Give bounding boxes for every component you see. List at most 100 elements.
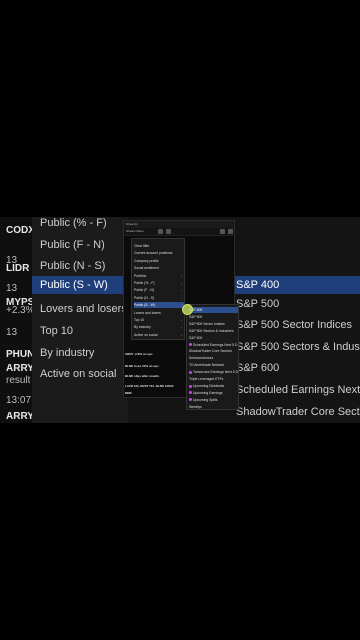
menu-item[interactable]: Current account positions <box>134 250 184 256</box>
chevron-right-icon: › <box>181 318 182 322</box>
background-menu-item: Public (F - N) <box>40 238 105 251</box>
submenu-item[interactable]: Weeklys <box>189 404 238 410</box>
feed-item[interactable]: BLNK slips after results <box>125 374 159 378</box>
feed-item[interactable]: BLNK rises 10% on eps <box>125 364 159 368</box>
submenu-item[interactable]: S&P 600 <box>189 335 238 341</box>
background-feed-row: +2.3% <box>6 305 35 316</box>
background-submenu-item: S&P 500 Sectors & Industries <box>236 340 360 353</box>
menu-item-label: Public (S - W) <box>134 303 155 308</box>
feed-item[interactable]: MRK <box>125 391 132 395</box>
menu-item-label: Lovers and losers <box>134 310 161 315</box>
background-submenu-item: S&P 600 <box>236 362 280 375</box>
submenu-item-label: Triple Leveraged ETFs <box>189 377 224 381</box>
menu-item[interactable]: Public (N - S) › <box>134 295 184 301</box>
submenu-item-label: S&P 500 <box>189 314 203 319</box>
menu-item[interactable]: Top 10 › <box>134 317 184 323</box>
filter-icon[interactable] <box>158 229 163 234</box>
context-menu: Clear filter Current account positions Com… <box>131 238 185 340</box>
submenu-item[interactable]: Semiconductors <box>189 355 238 361</box>
submenu-item[interactable]: Upcoming Dividends <box>189 383 238 389</box>
background-submenu-item: S&P 400 <box>228 276 360 294</box>
bullet-icon <box>189 370 192 374</box>
toolbar: Stream filters <box>124 228 234 236</box>
submenu-item[interactable]: Upcoming Earnings <box>189 390 238 396</box>
background-menu-item: Active on social <box>40 368 117 381</box>
chevron-right-icon: › <box>181 325 182 330</box>
pencil-icon[interactable] <box>220 229 225 234</box>
menu-item[interactable]: Clear filter <box>134 243 184 249</box>
menu-item[interactable]: By industry › <box>134 324 184 330</box>
screen: CODX 13 LIDR 13 MYPS +2.3% 13 PHUN ARRY result 13:… <box>0 0 360 640</box>
background-feed-row: result <box>6 375 31 386</box>
background-menu-item: Lovers and losers <box>40 303 127 316</box>
submenu-item-label: Upcoming Splits <box>193 397 218 402</box>
menu-item-label: Top 10 <box>134 318 145 322</box>
background-menu-item: Public (S - W) <box>32 276 128 294</box>
menu-item[interactable]: Portfolio › <box>134 273 184 279</box>
menu-item[interactable]: Public (S - W) › <box>134 302 184 309</box>
submenu-item[interactable]: S&P 400 <box>189 307 238 313</box>
submenu-item[interactable]: S&P 500 <box>189 314 238 320</box>
menu-item-label: Active on social <box>134 332 158 337</box>
menu-item[interactable]: Company profile <box>134 258 184 264</box>
feed-item[interactable]: ARRY -2.8% on eps <box>125 352 153 356</box>
menu-item-label: Public (N - S) <box>134 295 155 300</box>
submenu-item-label: S&P 600 <box>189 335 203 340</box>
menu-item-label: Current account positions <box>134 251 173 256</box>
chevron-right-icon: › <box>181 281 182 285</box>
background-feed-row: CODX <box>6 225 35 236</box>
background-feed-row: ARRY <box>6 363 34 374</box>
background-feed-row: 13 <box>6 283 18 294</box>
menu-item-label: Public (F - N) <box>134 288 154 293</box>
submenu-item[interactable]: Scheduled Earnings Next 5 D <box>189 342 238 348</box>
submenu-item[interactable]: ShadowTrader Core Sectors <box>189 348 238 354</box>
background-menu-item: Public (N - S) <box>40 260 106 273</box>
more-icon[interactable] <box>228 229 233 234</box>
submenu-item[interactable]: S&P 500 Sector Indices <box>189 321 238 327</box>
submenu-item-label: Upcoming Earnings <box>193 390 223 395</box>
menu-item-label: Company profile <box>134 258 159 263</box>
background-submenu-item: Scheduled Earnings Next 5 D <box>236 384 360 396</box>
submenu-item-label: S&P 500 Sectors & Industries <box>189 328 234 333</box>
background-feed-row: LIDR <box>6 263 30 274</box>
window-title: Streamly <box>124 221 234 228</box>
background-submenu-item: S&P 500 Sector Indices <box>236 319 352 332</box>
bullet-icon <box>189 384 192 388</box>
background-menu-item: Public (% - F) <box>40 217 107 229</box>
submenu-item-label: Upcoming Dividends <box>193 383 225 388</box>
settings-icon[interactable] <box>166 229 171 234</box>
background-feed-row: 13:07 <box>6 395 32 406</box>
chevron-right-icon: › <box>181 295 182 300</box>
submenu-item[interactable]: Triple Leveraged ETFs <box>189 376 238 382</box>
feed-item[interactable]: LAZR FAL MVST FFL BLNK CODX <box>125 384 174 388</box>
menu-item-label: Social sentiment <box>134 266 159 271</box>
background-submenu-item: S&P 500 <box>236 297 280 310</box>
menu-item[interactable]: Public (F - N) › <box>134 287 184 293</box>
bullet-icon <box>189 343 192 347</box>
menu-item-label: By industry <box>134 325 151 330</box>
menu-item[interactable]: Social sentiment <box>134 265 184 271</box>
submenu-item-label: TD Ameritrade Network <box>189 363 225 368</box>
menu-item[interactable]: Active on social › <box>134 332 184 338</box>
chevron-right-icon: › <box>181 288 182 293</box>
submenu-item[interactable]: Tomorrows Earnings Next 5 D <box>189 369 238 375</box>
menu-item[interactable]: Lovers and losers › <box>134 310 184 316</box>
menu-item-label: Portfolio <box>134 273 147 278</box>
background-feed-row: PHUN <box>6 349 35 360</box>
menu-item[interactable]: Public (% - F) › <box>134 280 184 286</box>
chevron-right-icon: › <box>181 332 182 337</box>
submenu-item[interactable]: S&P 500 Sectors & Industries <box>189 328 238 334</box>
bullet-icon <box>189 391 192 395</box>
background-feed-row: 13 <box>6 327 18 338</box>
submenu-item-label: Weeklys <box>189 404 202 409</box>
menu-item-label: Public (% - F) <box>134 281 155 285</box>
submenu-item[interactable]: TD Ameritrade Network <box>189 362 238 368</box>
submenu-item-label: ShadowTrader Core Sectors <box>189 349 232 354</box>
toolbar-label: Stream filters <box>126 229 144 233</box>
submenu-item[interactable]: Upcoming Splits <box>189 397 238 403</box>
submenu-item-label: Scheduled Earnings Next 5 D <box>193 342 238 347</box>
bullet-icon <box>189 398 192 402</box>
background-submenu: S&P 400 S&P 500 S&P 500 Sector Indices S&P … <box>228 275 360 423</box>
touch-cursor-icon <box>182 304 193 315</box>
submenu-item-label: Semiconductors <box>189 356 214 361</box>
